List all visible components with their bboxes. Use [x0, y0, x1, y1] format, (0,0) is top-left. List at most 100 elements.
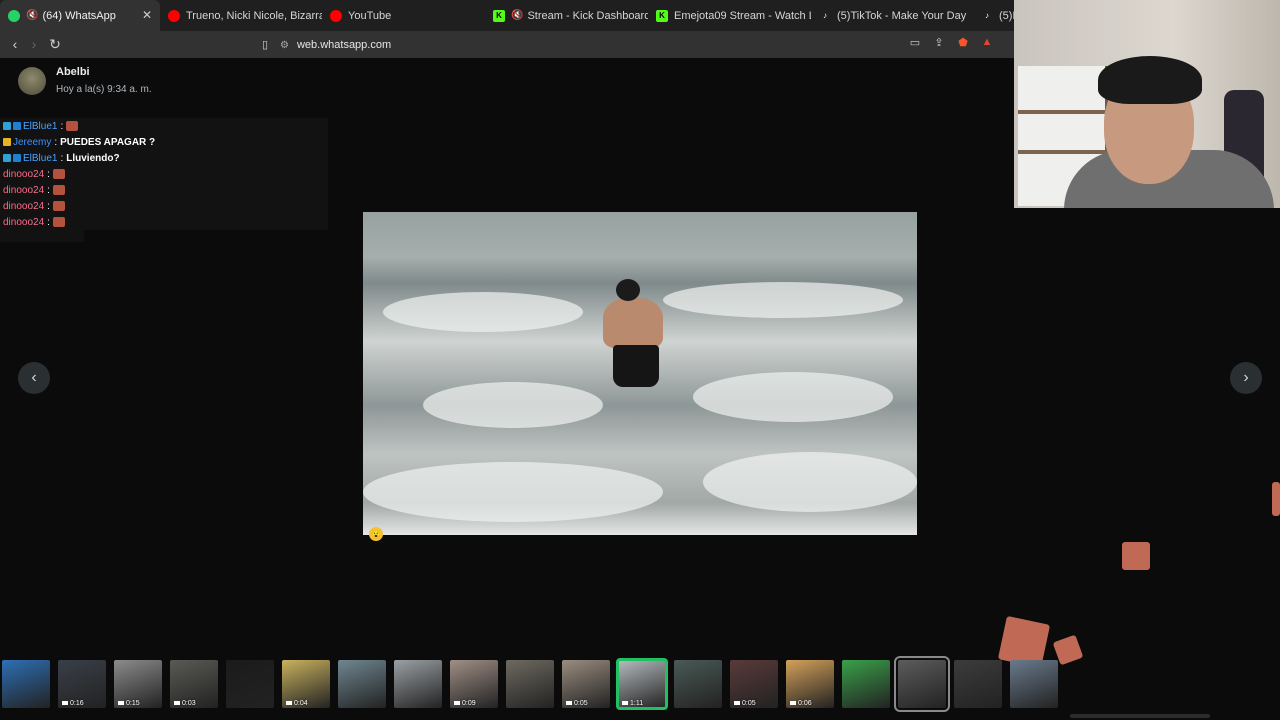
chat-badge-icon: [3, 122, 11, 130]
status-thumbnail[interactable]: [674, 660, 722, 708]
video-duration: 0:15: [118, 700, 140, 707]
video-duration: 0:04: [286, 700, 308, 707]
duration-text: 0:15: [126, 700, 140, 707]
next-status-button[interactable]: ›: [1230, 362, 1262, 394]
chat-message: dinooo24:: [0, 214, 328, 230]
chat-message: dinooo24:: [0, 182, 328, 198]
status-thumbnail[interactable]: [394, 660, 442, 708]
chat-username: dinooo24: [3, 168, 45, 180]
status-thumbnail[interactable]: 0:04: [282, 660, 330, 708]
chat-separator: :: [47, 200, 50, 212]
chat-text: Lluviendo?: [66, 152, 120, 164]
tiktok-icon: ♪: [985, 11, 989, 20]
foam: [693, 372, 893, 422]
duration-text: 0:05: [742, 700, 756, 707]
floating-emote: [1272, 482, 1280, 516]
status-thumbnail[interactable]: [506, 660, 554, 708]
status-thumbnail[interactable]: 0:06: [786, 660, 834, 708]
tiktok-icon: ♪: [823, 11, 827, 20]
status-media[interactable]: [363, 212, 917, 535]
tab-label: (5)E: [999, 9, 1014, 22]
status-thumbnail[interactable]: [226, 660, 274, 708]
browser-tab[interactable]: Trueno, Nicki Nicole, Bizarrap - MAMÁ: [160, 0, 322, 31]
video-duration: 1:11: [622, 700, 643, 707]
foam: [423, 382, 603, 428]
status-thumbnail[interactable]: [2, 660, 50, 708]
status-thumbnail[interactable]: 0:05: [730, 660, 778, 708]
previous-status-button[interactable]: ‹: [18, 362, 50, 394]
brave-rewards-icon[interactable]: ▲: [980, 35, 994, 49]
reaction-emoji[interactable]: 😮: [369, 527, 383, 541]
browser-tab[interactable]: ♪ (5)TikTok - Make Your Day: [811, 0, 973, 31]
tab-label: Stream - Kick Dashboard: [527, 9, 648, 22]
video-camera-icon: [790, 701, 796, 706]
chat-input-stub: [0, 230, 84, 242]
chat-emote-icon: [66, 121, 79, 131]
status-thumbnail[interactable]: 0:09: [450, 660, 498, 708]
whatsapp-icon: [8, 9, 20, 22]
status-thumbnail[interactable]: [338, 660, 386, 708]
share-icon[interactable]: ⇪: [932, 35, 946, 49]
speaker-muted-icon[interactable]: 🔇: [511, 10, 523, 21]
video-duration: 0:05: [734, 700, 756, 707]
status-thumbnail[interactable]: [894, 656, 950, 712]
browser-tab[interactable]: YouTube: [322, 0, 485, 31]
streamer-hair: [1098, 56, 1202, 104]
back-arrow-icon[interactable]: ‹: [5, 34, 25, 54]
status-thumbnail[interactable]: 0:16: [58, 660, 106, 708]
chat-emote-icon: [52, 169, 65, 179]
kick-icon: K: [656, 9, 668, 22]
screen: 🔇 (64) WhatsApp ✕ Trueno, Nicki Nicole, Biz…: [0, 0, 1280, 720]
status-thumbnail[interactable]: 0:05: [562, 660, 610, 708]
site-info-icon[interactable]: ⚙: [280, 40, 289, 51]
chat-username: ElBlue1: [23, 152, 58, 164]
close-tab-icon[interactable]: ✕: [142, 8, 152, 22]
duration-text: 0:05: [574, 700, 588, 707]
video-duration: 0:05: [566, 700, 588, 707]
brave-shield-icon[interactable]: ⬟: [956, 35, 970, 49]
address-bar[interactable]: ⚙ web.whatsapp.com: [280, 35, 1000, 55]
foam: [383, 292, 583, 332]
tab-label: YouTube: [348, 9, 392, 22]
tab-label: (64) WhatsApp: [42, 9, 116, 22]
duration-text: 1:11: [630, 700, 644, 707]
chat-separator: :: [54, 136, 58, 148]
browser-tab[interactable]: K 🔇 Stream - Kick Dashboard: [485, 0, 648, 31]
browser-tab-strip: 🔇 (64) WhatsApp ✕ Trueno, Nicki Nicole, Biz…: [0, 0, 1014, 31]
video-camera-icon: [174, 701, 180, 706]
video-camera-icon: [286, 701, 292, 706]
status-thumbnail[interactable]: 0:15: [114, 660, 162, 708]
video-duration: 0:03: [174, 700, 196, 707]
cast-icon[interactable]: ▭: [908, 35, 922, 49]
foam: [663, 282, 903, 318]
youtube-icon: [330, 9, 342, 22]
reload-icon[interactable]: ↻: [45, 34, 65, 54]
video-camera-icon: [734, 701, 740, 706]
chat-message: Jereemy: PUEDES APAGAR ?: [0, 134, 328, 150]
forward-arrow-icon[interactable]: ›: [24, 34, 44, 54]
streamer-webcam: [1014, 0, 1280, 208]
chevron-right-icon: ›: [1243, 369, 1249, 386]
browser-tab[interactable]: ♪ (5)E: [973, 0, 1014, 31]
thumbnail-scrollbar[interactable]: [1070, 714, 1210, 718]
floating-emote: [1122, 542, 1150, 570]
browser-tab[interactable]: K Emejota09 Stream - Watch Live on Kick: [648, 0, 811, 31]
status-thumbnail[interactable]: [954, 660, 1002, 708]
duration-text: 0:16: [70, 700, 84, 707]
chat-message: ElBlue1:: [0, 118, 328, 134]
status-thumbnail[interactable]: 1:11: [616, 658, 668, 710]
avatar[interactable]: [18, 66, 46, 95]
browser-tab[interactable]: 🔇 (64) WhatsApp ✕: [0, 0, 160, 31]
status-thumbnail[interactable]: [842, 660, 890, 708]
video-camera-icon: [118, 701, 124, 706]
status-thumbnail[interactable]: 0:03: [170, 660, 218, 708]
tab-label: (5)TikTok - Make Your Day: [837, 9, 967, 22]
bookmark-icon[interactable]: ▯: [255, 34, 275, 54]
duration-text: 0:06: [798, 700, 812, 707]
speaker-muted-icon[interactable]: 🔇: [26, 10, 38, 21]
youtube-icon: [168, 9, 180, 22]
contact-name: Abelbi: [56, 66, 90, 78]
video-duration: 0:06: [790, 700, 812, 707]
browser-toolbar: ‹ › ↻ ▯ ⚙ web.whatsapp.com ▭ ⇪ ⬟ ▲: [0, 31, 1014, 58]
status-thumbnail[interactable]: [1010, 660, 1058, 708]
